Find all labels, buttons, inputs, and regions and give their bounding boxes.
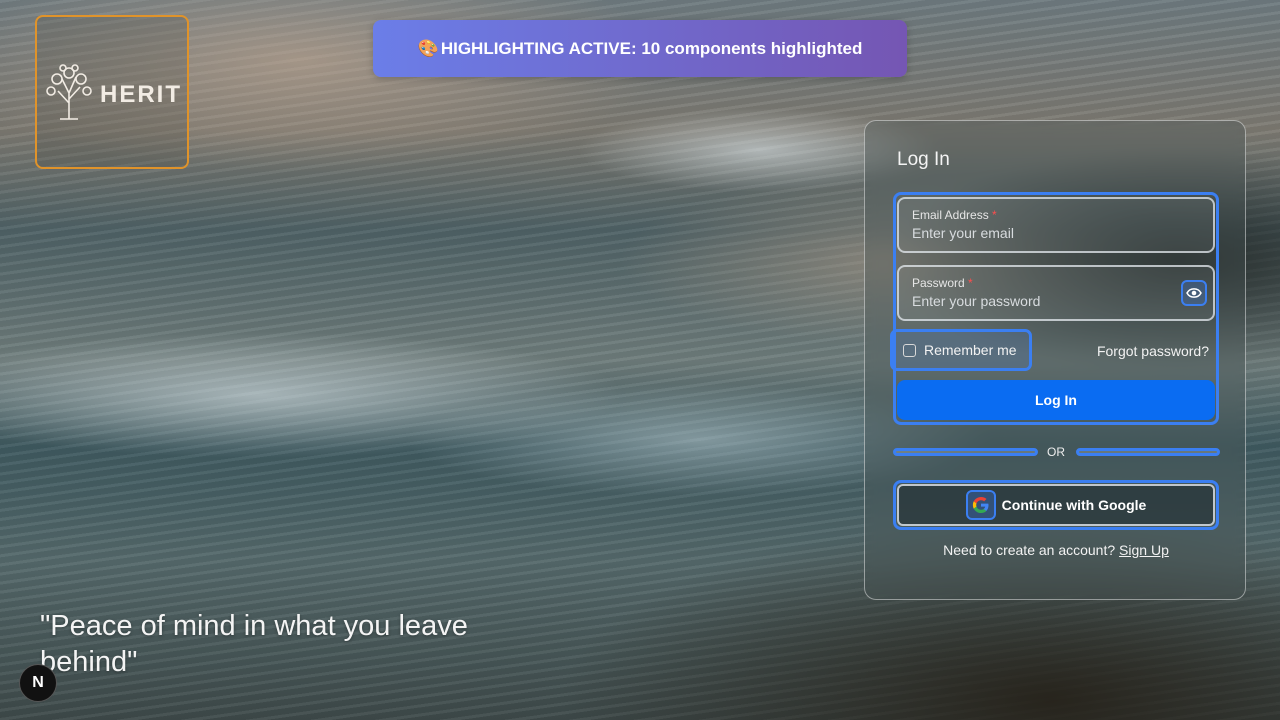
logo[interactable]: HERIT (35, 15, 189, 169)
signup-link[interactable]: Sign Up (1119, 542, 1169, 558)
banner-text: HIGHLIGHTING ACTIVE: 10 components highl… (440, 38, 863, 58)
password-label-text: Password (912, 276, 965, 290)
required-mark: * (992, 208, 997, 222)
divider-or: OR (1047, 445, 1065, 459)
email-label: Email Address * (912, 208, 997, 222)
login-panel: Log In Email Address * Password * Rememb… (864, 120, 1246, 600)
google-button-label: Continue with Google (1001, 497, 1147, 513)
required-mark: * (968, 276, 973, 290)
email-input[interactable] (912, 225, 1162, 241)
google-icon (965, 490, 996, 520)
logo-text: HERIT (100, 81, 182, 108)
login-title: Log In (897, 149, 950, 170)
tagline-quote: "Peace of mind in what you leave behind" (40, 610, 468, 678)
signup-prompt: Need to create an account? Sign Up (865, 542, 1247, 558)
password-input[interactable] (912, 293, 1162, 309)
palette-icon: 🎨 (417, 38, 439, 58)
password-field[interactable]: Password * (897, 265, 1215, 321)
password-label: Password * (912, 276, 973, 290)
remember-me-checkbox[interactable]: Remember me (890, 329, 1032, 371)
checkbox-icon[interactable] (903, 343, 916, 357)
remember-label: Remember me (924, 342, 1017, 358)
signup-prompt-text: Need to create an account? (943, 542, 1116, 558)
email-field[interactable]: Email Address * (897, 197, 1215, 253)
login-button[interactable]: Log In (897, 380, 1215, 420)
highlight-banner: 🎨 HIGHLIGHTING ACTIVE: 10 components hig… (373, 20, 907, 77)
forgot-password-link[interactable]: Forgot password? (1097, 343, 1209, 359)
tree-icon (46, 64, 92, 120)
continue-with-google-button[interactable]: Continue with Google (897, 484, 1215, 526)
divider-left (893, 448, 1038, 456)
dev-tools-badge[interactable]: N (19, 664, 57, 702)
email-label-text: Email Address (912, 208, 989, 222)
divider-right (1076, 448, 1220, 456)
show-password-eye-icon[interactable] (1181, 280, 1207, 306)
